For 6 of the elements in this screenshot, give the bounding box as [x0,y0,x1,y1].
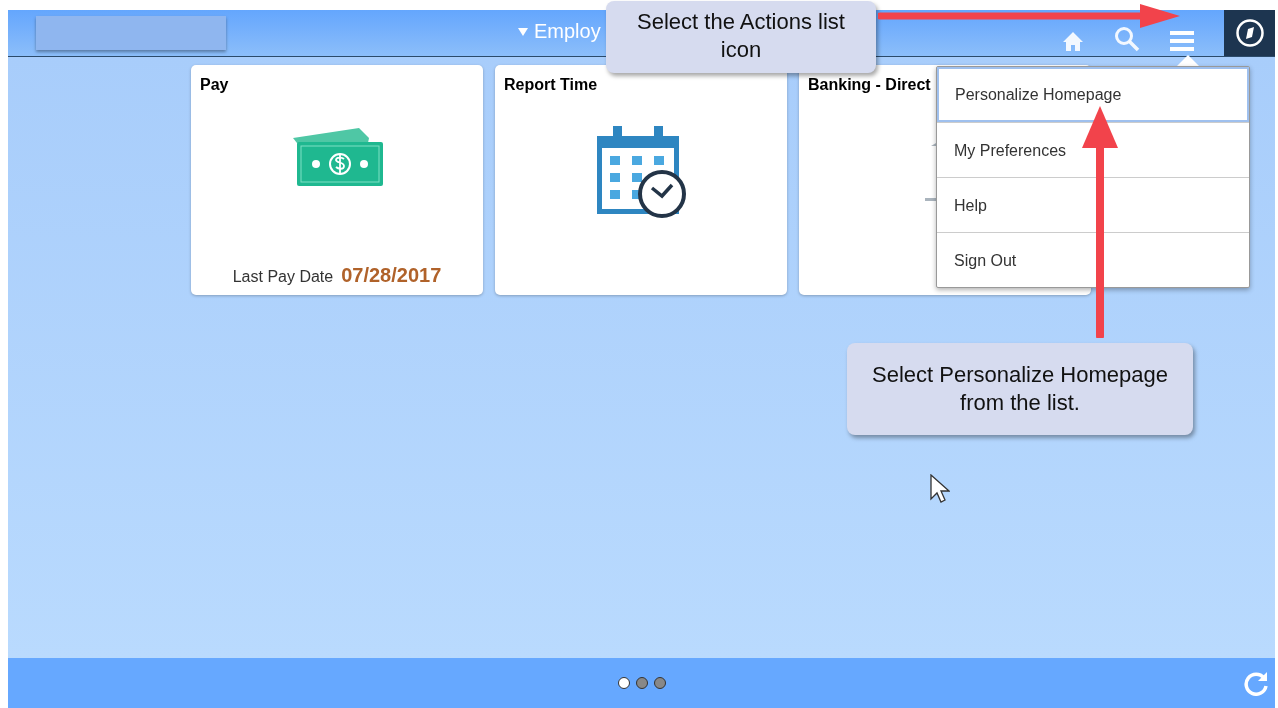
callout-note: Select the Actions list icon [606,1,876,73]
tile-title: Report Time [503,75,599,94]
tile-title: Pay [199,75,230,94]
callout-note: Select Personalize Homepage from the list. [847,343,1193,435]
last-pay-date-label: Last Pay Date [232,268,334,286]
last-pay-date-value: 07/28/2017 [341,264,442,287]
